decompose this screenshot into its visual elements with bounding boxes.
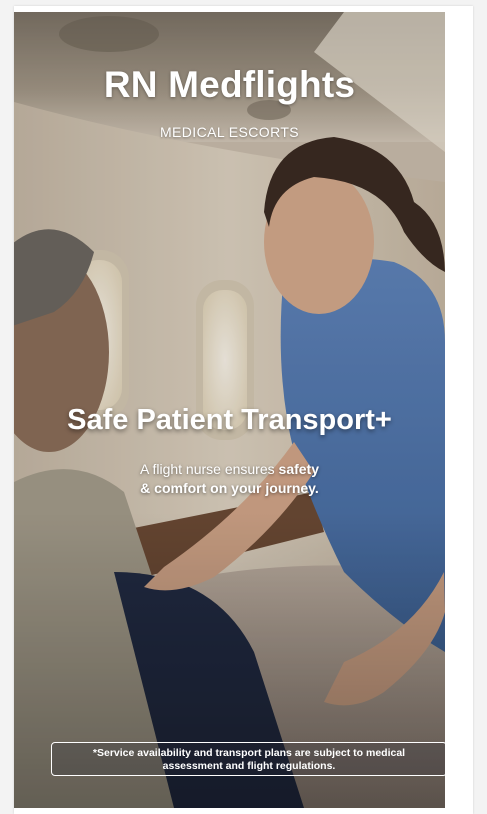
hero-headline: Safe Patient Transport+ [67, 404, 392, 436]
brand-title: RN Medflights [103, 64, 356, 105]
disclaimer-text: *Service availability and transport plan… [92, 747, 406, 772]
hero-tagline: A flight nurse ensures safety & comfort … [74, 460, 385, 498]
brand-subtitle: MEDICAL ESCORTS [159, 124, 300, 140]
tagline-bold: safety [278, 461, 319, 477]
disclaimer-box: *Service availability and transport plan… [51, 742, 445, 776]
tagline-bold-line2: & comfort on your journey. [140, 480, 319, 496]
hero-banner: RN Medflights MEDICAL ESCORTS Safe Patie… [14, 12, 445, 808]
tagline-text: A flight nurse ensures [140, 461, 279, 477]
